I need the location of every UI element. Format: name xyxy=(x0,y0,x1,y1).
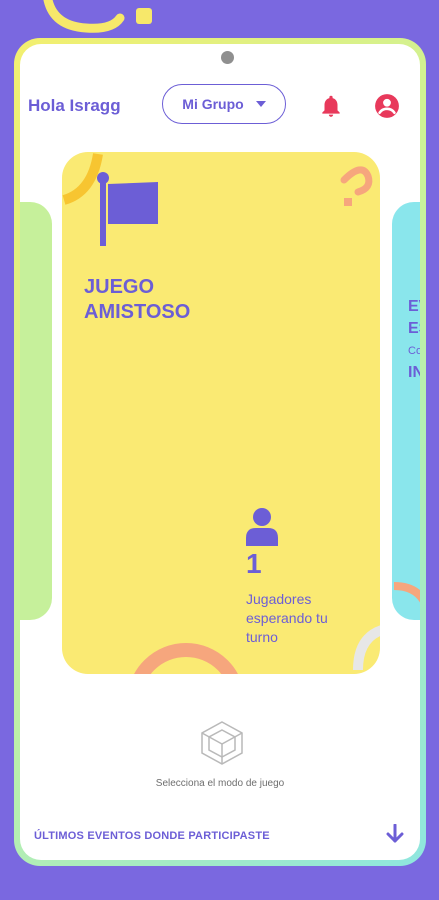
right-game-card[interactable]: EV ES Co IN xyxy=(392,202,420,620)
app-screen: Hola Isragg Mi Grupo EV ES Co IN xyxy=(20,44,420,860)
waiting-count: 1 xyxy=(246,548,262,579)
account-icon[interactable] xyxy=(374,93,400,119)
person-icon xyxy=(246,508,278,546)
cube-icon xyxy=(201,721,243,765)
greeting-text: Hola Isragg xyxy=(28,96,121,115)
waiting-label: Jugadores esperando tu turno xyxy=(246,591,328,645)
right-card-label: IN xyxy=(408,364,420,381)
chevron-down-icon xyxy=(255,101,266,107)
friendly-match-card[interactable]: JUEGO AMISTOSO 1 Jugadores esperando tu … xyxy=(62,152,380,674)
right-card-decoration xyxy=(393,582,420,603)
camera-dot xyxy=(221,51,234,64)
group-select-value: Mi Grupo xyxy=(182,96,244,112)
mode-hint: Selecciona el modo de juego xyxy=(155,778,285,789)
phone-frame: Hola Isragg Mi Grupo EV ES Co IN xyxy=(14,38,426,866)
right-card-subtitle: Co xyxy=(408,345,420,357)
recent-events-title: ÚLTIMOS EVENTOS DONDE PARTICIPASTE xyxy=(34,830,270,842)
card-title: JUEGO AMISTOSO xyxy=(84,276,191,323)
left-game-card[interactable] xyxy=(20,202,52,620)
bell-icon[interactable] xyxy=(318,93,344,119)
right-card-title-line1: EV xyxy=(408,298,420,315)
arrow-down-icon[interactable] xyxy=(386,824,404,844)
right-card-title-line2: ES xyxy=(408,320,420,337)
group-select[interactable]: Mi Grupo xyxy=(162,84,286,124)
flag-icon xyxy=(97,172,158,246)
